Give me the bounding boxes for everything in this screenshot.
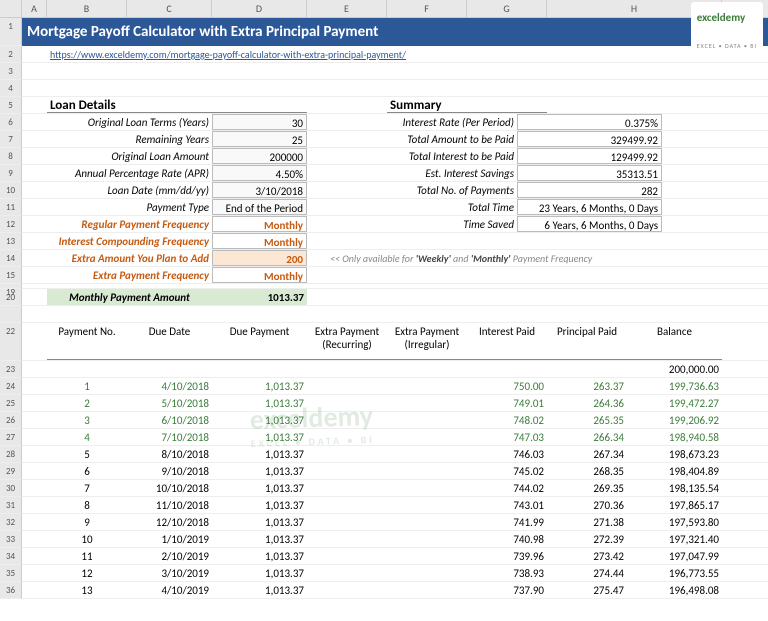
col-B[interactable]: B bbox=[47, 0, 127, 17]
loan-label: Original Loan Amount bbox=[47, 148, 212, 164]
table-row[interactable]: 101/10/20191,013.37740.98272.39197,321.4… bbox=[22, 531, 768, 548]
summary-value: 23 Years, 6 Months, 0 Days bbox=[517, 199, 662, 215]
loan-details-heading: Loan Details bbox=[47, 97, 307, 113]
loan-label: Remaining Years bbox=[47, 131, 212, 147]
row-[interactable] bbox=[0, 306, 22, 323]
spreadsheet: A B C D E F G H 123456789101112131415192… bbox=[0, 0, 768, 599]
row-25[interactable]: 25 bbox=[0, 395, 22, 412]
row-5[interactable]: 5 bbox=[0, 97, 22, 114]
loan-value[interactable]: 4.50% bbox=[212, 165, 307, 181]
loan-value[interactable]: 200 bbox=[212, 250, 307, 266]
col-headers: A B C D E F G H bbox=[0, 0, 768, 18]
table-row[interactable]: 112/10/20191,013.37739.96273.42197,047.9… bbox=[22, 548, 768, 565]
row-10[interactable]: 10 bbox=[0, 182, 22, 199]
row-9[interactable]: 9 bbox=[0, 165, 22, 182]
col-G[interactable]: G bbox=[467, 0, 547, 17]
row-31[interactable]: 31 bbox=[0, 497, 22, 514]
row-36[interactable]: 36 bbox=[0, 582, 22, 599]
title-bar: Mortgage Payoff Calculator with Extra Pr… bbox=[22, 18, 768, 46]
row-2[interactable]: 2 bbox=[0, 46, 22, 63]
row-15[interactable]: 15 bbox=[0, 267, 22, 284]
row-8[interactable]: 8 bbox=[0, 148, 22, 165]
exceldemy-logo: exceldemyEXCEL • DATA • BI bbox=[691, 2, 763, 62]
summary-label: Total Time bbox=[327, 199, 517, 215]
row-22[interactable]: 22 bbox=[0, 323, 22, 361]
row-32[interactable]: 32 bbox=[0, 514, 22, 531]
col-C[interactable]: C bbox=[127, 0, 212, 17]
summary-label: Total No. of Payments bbox=[327, 182, 517, 198]
row-4[interactable]: 4 bbox=[0, 80, 22, 97]
loan-value[interactable]: Monthly bbox=[212, 233, 307, 249]
row-23[interactable]: 23 bbox=[0, 361, 22, 378]
table-row[interactable]: 69/10/20181,013.37745.02268.35198,404.89 bbox=[22, 463, 768, 480]
row-6[interactable]: 6 bbox=[0, 114, 22, 131]
row-11[interactable]: 11 bbox=[0, 199, 22, 216]
row-28[interactable]: 28 bbox=[0, 446, 22, 463]
summary-label: Interest Rate (Per Period) bbox=[327, 114, 517, 130]
summary-value: 35313.51 bbox=[517, 165, 662, 181]
row-26[interactable]: 26 bbox=[0, 412, 22, 429]
row-34[interactable]: 34 bbox=[0, 548, 22, 565]
summary-label: Total Amount to be Paid bbox=[327, 131, 517, 147]
row-24[interactable]: 24 bbox=[0, 378, 22, 395]
col-A[interactable]: A bbox=[22, 0, 47, 17]
summary-heading: Summary bbox=[387, 97, 547, 113]
monthly-payment-value: 1013.37 bbox=[212, 289, 307, 305]
col-E[interactable]: E bbox=[307, 0, 387, 17]
table-row[interactable]: 710/10/20181,013.37744.02269.35198,135.5… bbox=[22, 480, 768, 497]
loan-value[interactable]: Monthly bbox=[212, 216, 307, 232]
col-F[interactable]: F bbox=[387, 0, 467, 17]
row-27[interactable]: 27 bbox=[0, 429, 22, 446]
loan-label: Extra Payment Frequency bbox=[47, 267, 212, 283]
loan-label: Annual Percentage Rate (APR) bbox=[47, 165, 212, 181]
summary-value: 0.375% bbox=[517, 114, 662, 130]
loan-label: Regular Payment Frequency bbox=[47, 216, 212, 232]
frequency-note: << Only available for 'Weekly' and 'Mont… bbox=[327, 250, 662, 266]
table-row[interactable]: 25/10/20181,013.37749.01264.36199,472.27 bbox=[22, 395, 768, 412]
table-row[interactable]: 58/10/20181,013.37746.03267.34198,673.23 bbox=[22, 446, 768, 463]
loan-value[interactable]: 200000 bbox=[212, 148, 307, 164]
table-row[interactable]: 912/10/20181,013.37741.99271.38197,593.8… bbox=[22, 514, 768, 531]
page-title: Mortgage Payoff Calculator with Extra Pr… bbox=[27, 18, 378, 46]
table-row[interactable]: 811/10/20181,013.37743.01270.36197,865.1… bbox=[22, 497, 768, 514]
loan-value[interactable]: 3/10/2018 bbox=[212, 182, 307, 198]
row-12[interactable]: 12 bbox=[0, 216, 22, 233]
monthly-payment-label: Monthly Payment Amount bbox=[47, 289, 212, 305]
row-29[interactable]: 29 bbox=[0, 463, 22, 480]
row-14[interactable]: 14 bbox=[0, 250, 22, 267]
row-1[interactable]: 1 bbox=[0, 18, 22, 46]
row-33[interactable]: 33 bbox=[0, 531, 22, 548]
loan-label: Loan Date (mm/dd/yy) bbox=[47, 182, 212, 198]
summary-label: Total Interest to be Paid bbox=[327, 148, 517, 164]
row-30[interactable]: 30 bbox=[0, 480, 22, 497]
row-headers: 1234567891011121314151920222324252627282… bbox=[0, 18, 22, 599]
summary-value: 329499.92 bbox=[517, 131, 662, 147]
loan-value[interactable]: 25 bbox=[212, 131, 307, 147]
row-7[interactable]: 7 bbox=[0, 131, 22, 148]
summary-label: Time Saved bbox=[327, 216, 517, 232]
initial-balance: 200,000.00 bbox=[547, 361, 722, 377]
summary-value: 129499.92 bbox=[517, 148, 662, 164]
loan-value[interactable]: Monthly bbox=[212, 267, 307, 283]
table-row[interactable]: 47/10/20181,013.37747.03266.34198,940.58 bbox=[22, 429, 768, 446]
loan-label: Payment Type bbox=[47, 199, 212, 215]
loan-label: Original Loan Terms (Years) bbox=[47, 114, 212, 130]
row-3[interactable]: 3 bbox=[0, 63, 22, 80]
row-20[interactable]: 20 bbox=[0, 289, 22, 306]
summary-value: 6 Years, 6 Months, 0 Days bbox=[517, 216, 662, 232]
loan-label: Interest Compounding Frequency bbox=[47, 233, 212, 249]
table-row[interactable]: 14/10/20181,013.37750.00263.37199,736.63 bbox=[22, 378, 768, 395]
source-link[interactable]: https://www.exceldemy.com/mortgage-payof… bbox=[47, 46, 647, 62]
summary-value: 282 bbox=[517, 182, 662, 198]
loan-label: Extra Amount You Plan to Add bbox=[47, 250, 212, 266]
row-35[interactable]: 35 bbox=[0, 565, 22, 582]
row-13[interactable]: 13 bbox=[0, 233, 22, 250]
summary-label: Est. Interest Savings bbox=[327, 165, 517, 181]
table-row[interactable]: 123/10/20191,013.37738.93274.44196,773.5… bbox=[22, 565, 768, 582]
loan-value[interactable]: End of the Period bbox=[212, 199, 307, 215]
table-row[interactable]: 134/10/20191,013.37737.90275.47196,498.0… bbox=[22, 582, 768, 599]
loan-value[interactable]: 30 bbox=[212, 114, 307, 130]
col-D[interactable]: D bbox=[212, 0, 307, 17]
table-row[interactable]: 36/10/20181,013.37748.02265.35199,206.92 bbox=[22, 412, 768, 429]
